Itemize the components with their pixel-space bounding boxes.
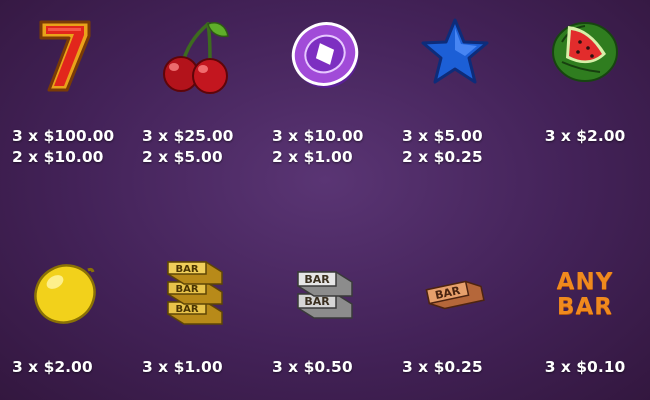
any-bar-label-line2: BAR	[556, 294, 614, 320]
pay-line: 3 x $0.50	[272, 358, 353, 376]
symbol-silver-double-bar: BAR BAR 3 x $0.50	[260, 200, 390, 400]
watermelon-icon	[552, 22, 618, 82]
pay-line: 3 x $1.00	[142, 358, 223, 376]
symbol-bronze-bar: BAR 3 x $0.25	[390, 200, 520, 400]
symbol-any-bar: ANY BAR 3 x $0.10	[520, 200, 650, 400]
symbol-star: 3 x $5.00 2 x $0.25	[390, 0, 520, 200]
pay-line: 3 x $10.00	[272, 127, 364, 145]
bar-text: BAR	[175, 304, 198, 315]
pay-line: 3 x $0.10	[544, 358, 626, 376]
pay-line: 3 x $100.00	[12, 127, 115, 145]
seven-icon	[39, 20, 91, 92]
cherries-icon	[163, 22, 229, 94]
pay-line: 2 x $0.25	[402, 148, 483, 166]
gold-triple-bar-icon: BAR BAR BAR	[167, 261, 223, 325]
silver-double-bar-icon: BAR BAR	[297, 271, 353, 319]
bar-text: BAR	[175, 264, 198, 275]
star-icon	[421, 18, 489, 84]
symbol-chip: 3 x $10.00 2 x $1.00	[260, 0, 390, 200]
any-bar-icon: ANY BAR	[557, 270, 614, 320]
pay-line: 3 x $2.00	[544, 127, 626, 145]
pay-line: 3 x $5.00	[402, 127, 483, 145]
bar-text: BAR	[304, 295, 330, 308]
symbol-cherries: 3 x $25.00 2 x $5.00	[130, 0, 260, 200]
pay-line: 2 x $1.00	[272, 148, 353, 166]
symbol-lemon: 3 x $2.00	[0, 200, 130, 400]
pay-line: 2 x $5.00	[142, 148, 223, 166]
symbol-watermelon: 3 x $2.00	[520, 0, 650, 200]
pay-line: 3 x $0.25	[402, 358, 483, 376]
bar-text: BAR	[304, 273, 330, 286]
any-bar-label-line1: ANY	[556, 269, 614, 295]
bar-text: BAR	[175, 284, 198, 295]
pay-line: 3 x $25.00	[142, 127, 234, 145]
symbol-gold-triple-bar: BAR BAR BAR 3 x $1.00	[130, 200, 260, 400]
chip-icon	[291, 22, 359, 88]
pay-line: 2 x $10.00	[12, 148, 104, 166]
bronze-bar-icon: BAR	[425, 280, 485, 310]
lemon-icon	[34, 264, 96, 324]
symbol-seven: 3 x $100.00 2 x $10.00	[0, 0, 130, 200]
pay-line: 3 x $2.00	[12, 358, 93, 376]
